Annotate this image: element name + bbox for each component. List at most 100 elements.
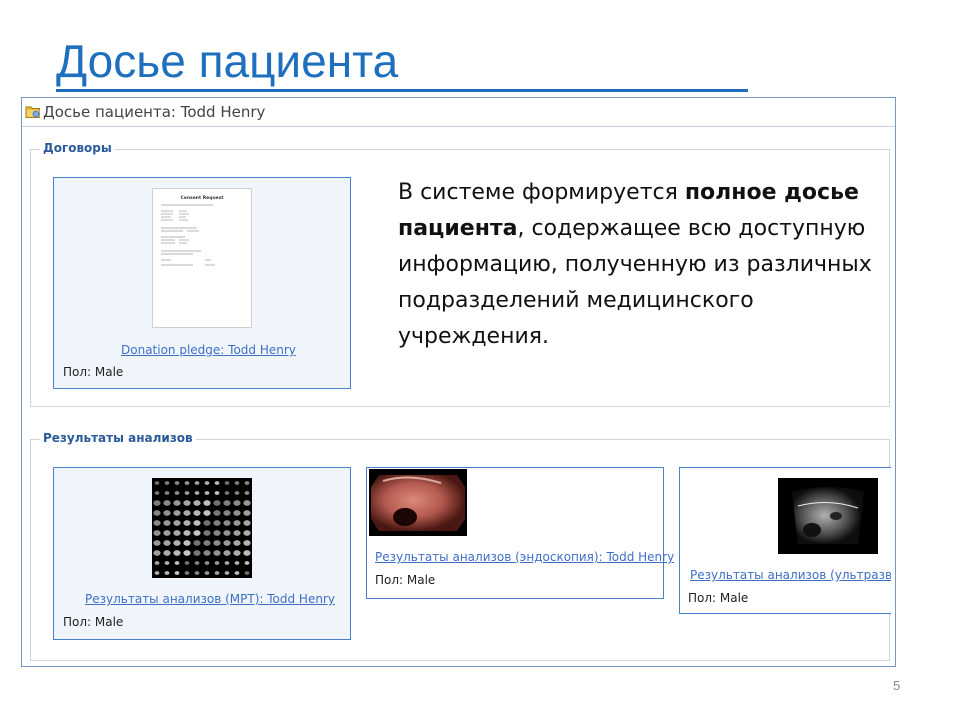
mri-slice xyxy=(203,510,211,516)
mri-slice xyxy=(223,510,231,516)
endoscopy-result-link[interactable]: Результаты анализов (эндоскопия): Todd H… xyxy=(375,550,674,564)
mri-slice xyxy=(183,510,191,516)
ultrasound-result-link[interactable]: Результаты анализов (ультразвук) xyxy=(690,568,891,582)
folder-icon xyxy=(25,105,41,119)
window-title: Досье пациента: Todd Henry xyxy=(43,103,266,121)
mri-slice xyxy=(173,550,181,556)
mri-slice xyxy=(183,530,191,536)
mri-slice xyxy=(163,540,171,546)
contract-link[interactable]: Donation pledge: Todd Henry xyxy=(121,343,296,357)
mri-slice xyxy=(173,500,181,506)
mri-result-link[interactable]: Результаты анализов (МРТ): Todd Henry xyxy=(85,592,335,606)
mri-slice xyxy=(183,540,191,546)
mri-slice xyxy=(194,561,200,565)
mri-slice xyxy=(224,561,230,565)
mri-slice xyxy=(224,571,230,575)
mri-slice xyxy=(163,520,171,526)
mri-slice xyxy=(244,481,250,485)
mri-slice xyxy=(213,540,221,546)
mri-slice xyxy=(193,530,201,536)
mri-slice xyxy=(223,520,231,526)
contract-card[interactable]: Consent Request Donation pledge: Todd He… xyxy=(53,177,351,389)
mri-slice xyxy=(223,500,231,506)
mri-slice xyxy=(194,571,200,575)
mri-slice xyxy=(193,500,201,506)
ultrasound-result-gender: Пол: Male xyxy=(688,591,749,605)
mri-slice xyxy=(214,571,220,575)
slide: Досье пациента Досье пациента: Todd Henr… xyxy=(0,0,960,720)
mri-slice xyxy=(173,520,181,526)
mri-slice xyxy=(224,491,230,495)
mri-slice xyxy=(193,550,201,556)
mri-slice xyxy=(174,481,180,485)
mri-slice xyxy=(233,540,241,546)
mri-slice xyxy=(174,571,180,575)
mri-thumbnail[interactable] xyxy=(152,478,252,578)
description-text: В системе формируется полное досье пацие… xyxy=(398,175,888,355)
results-section: Результаты анализов Результаты анализов … xyxy=(30,431,891,661)
mri-slice xyxy=(244,561,250,565)
mri-slice xyxy=(204,481,210,485)
mri-slice xyxy=(204,561,210,565)
mri-slice xyxy=(233,550,241,556)
mri-result-gender: Пол: Male xyxy=(63,615,124,629)
mri-slice xyxy=(163,530,171,536)
mri-result-card[interactable]: Результаты анализов (МРТ): Todd Henry По… xyxy=(53,467,351,640)
mri-slice xyxy=(183,500,191,506)
mri-slice xyxy=(164,561,170,565)
mri-slice xyxy=(164,481,170,485)
page-number: 5 xyxy=(893,678,901,693)
mri-slice xyxy=(193,510,201,516)
mri-slice xyxy=(233,530,241,536)
mri-slice xyxy=(213,520,221,526)
document-thumbnail[interactable]: Consent Request xyxy=(152,188,252,328)
mri-slice xyxy=(234,561,240,565)
mri-slice xyxy=(184,491,190,495)
description-part1: В системе формируется xyxy=(398,180,685,205)
mri-slice xyxy=(154,481,160,485)
mri-slice xyxy=(203,530,211,536)
mri-slice xyxy=(154,571,160,575)
mri-slice xyxy=(233,500,241,506)
mri-slice xyxy=(243,520,251,526)
mri-slice xyxy=(233,510,241,516)
mri-slice xyxy=(153,530,161,536)
mri-slice xyxy=(204,491,210,495)
mri-slice xyxy=(243,530,251,536)
mri-slice xyxy=(213,500,221,506)
contract-gender: Пол: Male xyxy=(63,365,124,379)
endoscopy-result-card[interactable]: Результаты анализов (эндоскопия): Todd H… xyxy=(366,467,674,599)
mri-slice xyxy=(153,520,161,526)
ultrasound-thumbnail[interactable] xyxy=(778,478,878,554)
mri-slice xyxy=(223,530,231,536)
mri-slice xyxy=(223,540,231,546)
endoscopy-thumbnail[interactable] xyxy=(369,469,467,536)
ultrasound-result-card[interactable]: Результаты анализов (ультразвук) Пол: Ma… xyxy=(679,467,891,614)
mri-slice xyxy=(164,571,170,575)
mri-slice xyxy=(183,520,191,526)
contracts-legend: Договоры xyxy=(40,141,115,155)
mri-slice xyxy=(213,510,221,516)
mri-slice xyxy=(173,510,181,516)
mri-slice xyxy=(214,491,220,495)
mri-slice xyxy=(213,530,221,536)
mri-slice xyxy=(193,520,201,526)
mri-slice xyxy=(214,561,220,565)
mri-slice xyxy=(154,561,160,565)
mri-slice xyxy=(203,500,211,506)
mri-slice xyxy=(234,571,240,575)
mri-slice xyxy=(234,481,240,485)
endoscopy-result-gender: Пол: Male xyxy=(375,573,436,587)
mri-slice xyxy=(154,491,160,495)
mri-slice xyxy=(203,550,211,556)
mri-slice xyxy=(174,491,180,495)
mri-slice xyxy=(153,550,161,556)
mri-slice xyxy=(153,510,161,516)
mri-slice xyxy=(163,510,171,516)
slide-title: Досье пациента xyxy=(56,35,399,87)
mri-slice xyxy=(173,540,181,546)
mri-slice xyxy=(243,510,251,516)
mri-slice xyxy=(243,540,251,546)
window-header: Досье пациента: Todd Henry xyxy=(22,98,895,127)
mri-slice xyxy=(223,550,231,556)
